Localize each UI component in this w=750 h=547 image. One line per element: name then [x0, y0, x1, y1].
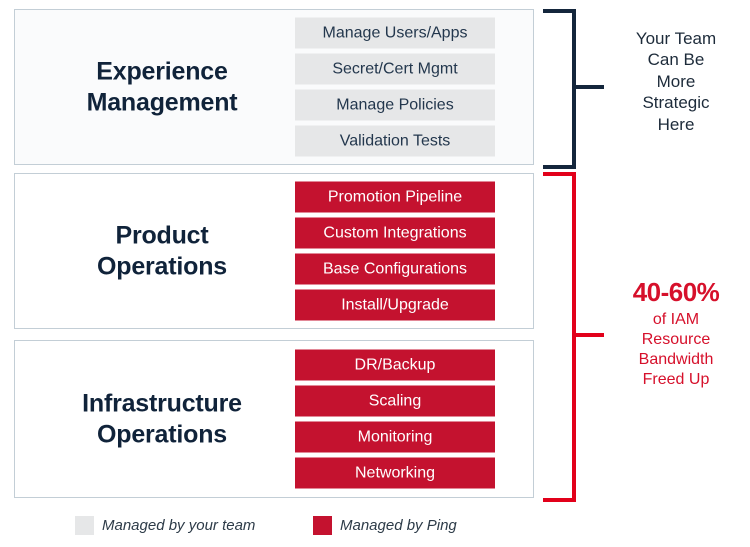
pill-item[interactable]: Secret/Cert Mgmt: [295, 53, 495, 85]
pill-item[interactable]: Validation Tests: [295, 125, 495, 157]
section-product-operations: Product Operations Promotion Pipeline Cu…: [14, 173, 534, 329]
section-experience-management: Experience Management Manage Users/Apps …: [14, 9, 534, 165]
callout-bottom-line-3: Bandwidth: [638, 351, 714, 369]
pill-item[interactable]: Monitoring: [295, 421, 495, 453]
pill-item[interactable]: Manage Policies: [295, 89, 495, 121]
legend-swatch-gray-icon: [75, 515, 94, 535]
legend: Managed by your team Managed by Ping: [0, 512, 750, 538]
section-title-line-2: Operations: [97, 252, 227, 280]
brace-bar-bottom: [543, 498, 576, 502]
section-title-line-1: Infrastructure: [82, 389, 242, 418]
callout-top-line-2: Can Be: [647, 50, 705, 70]
legend-swatch-red-icon: [313, 515, 332, 535]
pill-item[interactable]: DR/Backup: [295, 349, 495, 381]
legend-label-team: Managed by your team: [102, 516, 256, 534]
callout-top-line-4: Strategic: [642, 93, 710, 113]
diagram-canvas: Experience Management Manage Users/Apps …: [0, 0, 750, 547]
section-title-infrastructure-operations: Infrastructure Operations: [33, 389, 291, 450]
callout-bottom: 40-60% of IAM Resource Bandwidth Freed U…: [608, 276, 744, 390]
pill-stack-product-operations: Promotion Pipeline Custom Integrations B…: [295, 181, 495, 321]
brace-spine: [572, 172, 576, 502]
callout-bottom-headline: 40-60%: [632, 277, 720, 307]
brace-tick: [572, 85, 604, 89]
callout-top-line-3: More: [656, 71, 696, 91]
callout-top: Your Team Can Be More Strategic Here: [608, 28, 744, 135]
section-title-line-2: Operations: [97, 420, 227, 448]
callout-bottom-line-4: Freed Up: [642, 371, 710, 389]
pill-item[interactable]: Networking: [295, 457, 495, 489]
pill-item[interactable]: Custom Integrations: [295, 217, 495, 249]
section-title-line-1: Product: [115, 221, 209, 250]
pill-item[interactable]: Base Configurations: [295, 253, 495, 285]
legend-label-ping: Managed by Ping: [340, 516, 457, 534]
section-infrastructure-operations: Infrastructure Operations DR/Backup Scal…: [14, 340, 534, 498]
brace-spine: [572, 9, 576, 169]
brace-bottom-red: [543, 172, 608, 502]
pill-stack-infrastructure-operations: DR/Backup Scaling Monitoring Networking: [295, 349, 495, 489]
legend-item-ping: Managed by Ping: [313, 512, 457, 538]
pill-item[interactable]: Manage Users/Apps: [295, 17, 495, 49]
section-title-line-2: Management: [86, 88, 238, 116]
legend-item-team: Managed by your team: [75, 512, 255, 538]
section-title-line-1: Experience: [96, 57, 228, 86]
pill-item[interactable]: Promotion Pipeline: [295, 181, 495, 213]
section-title-experience-management: Experience Management: [33, 57, 291, 118]
pill-item[interactable]: Install/Upgrade: [295, 289, 495, 321]
callout-top-line-1: Your Team: [635, 29, 717, 48]
brace-top-dark: [543, 9, 608, 169]
pill-item[interactable]: Scaling: [295, 385, 495, 417]
brace-bar-bottom: [543, 165, 576, 169]
pill-stack-experience-management: Manage Users/Apps Secret/Cert Mgmt Manag…: [295, 17, 495, 157]
callout-bottom-line-1: of IAM: [652, 310, 700, 328]
section-title-product-operations: Product Operations: [33, 221, 291, 282]
callout-top-line-5: Here: [657, 114, 695, 134]
brace-tick: [572, 333, 604, 337]
callout-bottom-line-2: Resource: [641, 330, 711, 348]
